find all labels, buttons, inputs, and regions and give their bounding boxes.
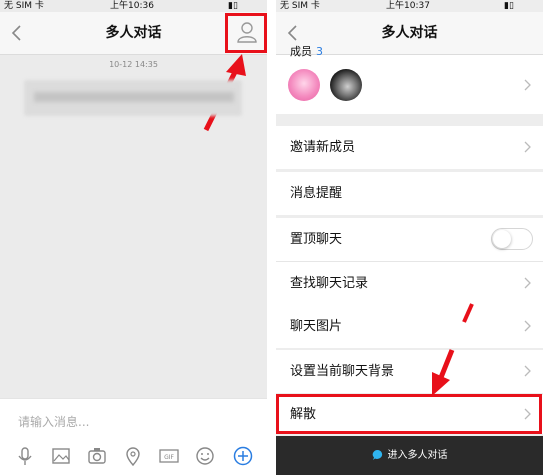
members-section[interactable]: 成员 3 bbox=[276, 45, 543, 114]
status-time: 上午10:36 bbox=[110, 1, 154, 11]
carrier-label: 无 SIM 卡 bbox=[4, 1, 44, 11]
chevron-right-icon bbox=[524, 141, 531, 153]
mic-icon[interactable] bbox=[14, 445, 36, 467]
row-label: 消息提醒 bbox=[290, 186, 343, 201]
svg-text:GIF: GIF bbox=[164, 454, 174, 461]
message-input[interactable]: 请输入消息... bbox=[18, 413, 89, 430]
row-label: 聊天图片 bbox=[290, 319, 343, 334]
avatar[interactable] bbox=[288, 69, 320, 101]
status-bar: 无 SIM 卡 上午10:36 ▮▯ bbox=[0, 0, 267, 12]
message-timestamp: 10-12 14:35 bbox=[109, 60, 158, 69]
chat-bubble-icon bbox=[372, 449, 382, 460]
camera-icon[interactable] bbox=[86, 445, 108, 467]
invite-member-row[interactable]: 邀请新成员 bbox=[276, 126, 543, 169]
avatar[interactable] bbox=[330, 69, 362, 101]
status-bar: 无 SIM 卡 上午10:37 ▮▯ bbox=[276, 0, 543, 12]
status-time: 上午10:37 bbox=[386, 1, 430, 11]
input-toolbar: GIF bbox=[0, 443, 267, 471]
input-area: 请输入消息... GIF bbox=[0, 398, 267, 475]
enter-group-chat-button[interactable]: 进入多人对话 bbox=[276, 436, 543, 475]
search-history-row[interactable]: 查找聊天记录 bbox=[276, 262, 543, 306]
toggle-knob bbox=[493, 230, 511, 248]
row-label: 查找聊天记录 bbox=[290, 276, 369, 291]
members-label: 成员 bbox=[290, 45, 312, 58]
battery-icon: ▮▯ bbox=[228, 1, 238, 11]
image-icon[interactable] bbox=[50, 445, 72, 467]
members-header: 成员 3 bbox=[290, 43, 323, 59]
chat-background-row[interactable]: 设置当前聊天背景 bbox=[276, 350, 543, 393]
emoji-icon[interactable] bbox=[194, 445, 216, 467]
pin-chat-row: 置顶聊天 bbox=[276, 218, 543, 262]
row-label: 置顶聊天 bbox=[290, 232, 343, 247]
chevron-right-icon bbox=[524, 79, 531, 91]
row-label: 邀请新成员 bbox=[290, 140, 356, 155]
carrier-label: 无 SIM 卡 bbox=[280, 1, 320, 11]
group-settings-screen: 无 SIM 卡 上午10:37 ▮▯ 多人对话 成员 3 邀请新成员 消息提醒 置… bbox=[276, 0, 543, 475]
bottom-button-text: 进入多人对话 bbox=[387, 450, 448, 461]
battery-icon: ▮▯ bbox=[504, 1, 514, 11]
chevron-right-icon bbox=[524, 320, 531, 332]
message-notify-row[interactable]: 消息提醒 bbox=[276, 172, 543, 215]
chat-screen: 无 SIM 卡 上午10:36 ▮▯ 多人对话 10-12 14:35 请输入消… bbox=[0, 0, 267, 475]
location-icon[interactable] bbox=[122, 445, 144, 467]
highlight-box-dissolve bbox=[276, 394, 542, 434]
panel-divider bbox=[267, 0, 276, 475]
blurred-message-text bbox=[34, 92, 234, 102]
members-count: 3 bbox=[316, 45, 323, 58]
chevron-right-icon bbox=[524, 365, 531, 377]
chat-images-row[interactable]: 聊天图片 bbox=[276, 305, 543, 348]
chevron-right-icon bbox=[524, 277, 531, 289]
plus-icon[interactable] bbox=[232, 445, 254, 467]
pin-chat-toggle[interactable] bbox=[491, 228, 533, 250]
highlight-box-members bbox=[225, 13, 267, 53]
gif-icon[interactable]: GIF bbox=[158, 445, 180, 467]
bottom-button-label: 进入多人对话 bbox=[276, 436, 543, 475]
row-label: 设置当前聊天背景 bbox=[290, 364, 395, 379]
